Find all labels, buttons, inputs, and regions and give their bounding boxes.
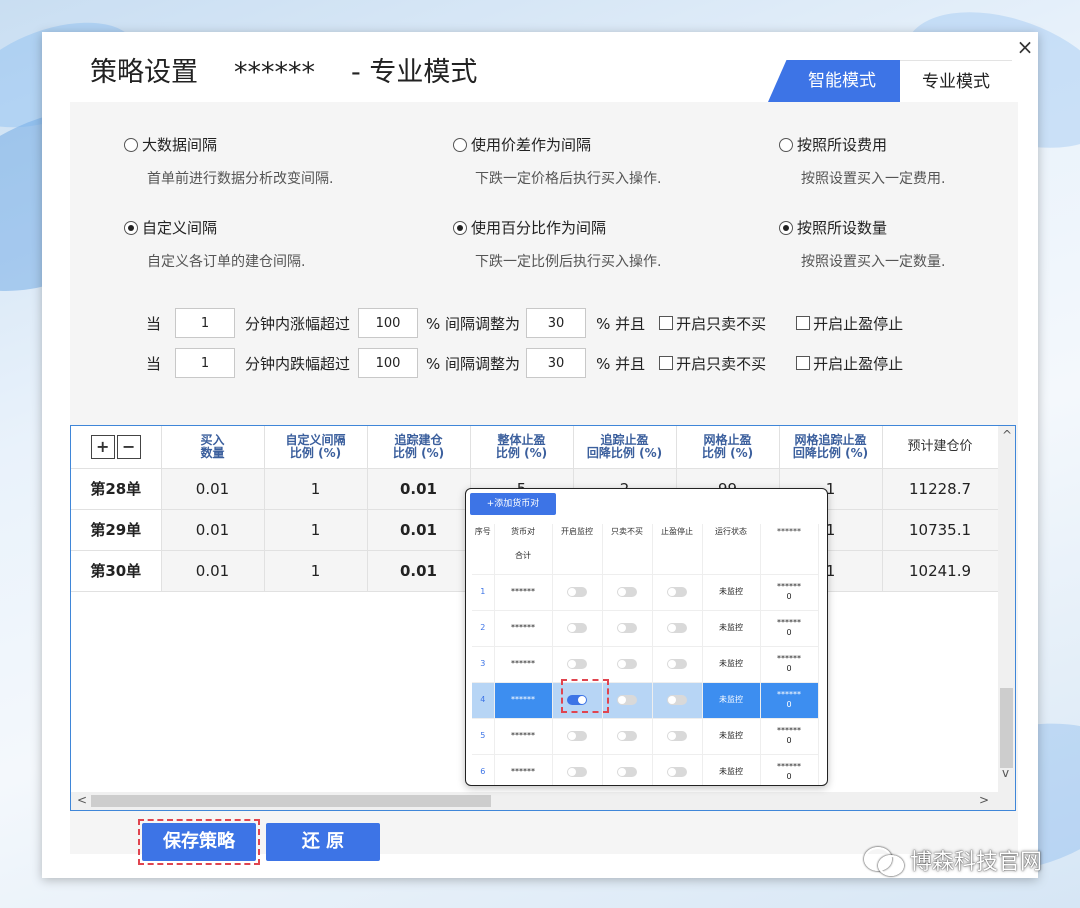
- add-row-button[interactable]: +: [90, 434, 115, 459]
- take-profit-stop-label[interactable]: 开启止盈停止: [813, 353, 903, 374]
- highlight-box: [138, 819, 260, 865]
- sell-only-toggle[interactable]: [617, 766, 637, 777]
- sell-only-label[interactable]: 开启只卖不买: [676, 353, 766, 374]
- currency-pair-table: 序号 货币对 开启监控 只卖不买 止盈停止 运行状态 ****** 合计 1 **…: [472, 524, 819, 785]
- table-row[interactable]: 5 ****** 未监控 ****** 0: [472, 718, 819, 755]
- remove-row-button[interactable]: −: [116, 434, 141, 459]
- sell-only-toggle[interactable]: [617, 730, 637, 741]
- table-row-selected[interactable]: 4 ****** 未监控 ****** 0: [472, 682, 819, 719]
- option-big-data-interval[interactable]: 大数据间隔: [124, 134, 217, 155]
- option-description: 下跌一定比例后执行买入操作.: [475, 254, 662, 270]
- option-percent-interval[interactable]: 使用百分比作为间隔: [453, 217, 606, 238]
- wechat-icon: [863, 847, 904, 876]
- rise-condition-row: 当 分钟内涨幅超过 % 间隔调整为 % 并且 开启只卖不买 开启止盈停止: [146, 308, 903, 338]
- checkbox-icon[interactable]: [659, 356, 674, 370]
- take-profit-stop-label[interactable]: 开启止盈停止: [813, 313, 903, 334]
- radio-icon[interactable]: [124, 137, 138, 152]
- table-row[interactable]: 6 ****** 未监控 ****** 0: [472, 754, 819, 785]
- mode-tabs: 智能模式 专业模式: [768, 60, 1012, 102]
- monitor-toggle[interactable]: [567, 586, 587, 597]
- take-profit-stop-toggle[interactable]: [667, 694, 687, 705]
- column-header: 追踪止盈 回降比例 (%): [573, 426, 677, 469]
- sell-only-toggle[interactable]: [617, 658, 637, 669]
- take-profit-stop-toggle[interactable]: [667, 730, 687, 741]
- column-header: 整体止盈 比例 (%): [470, 426, 574, 469]
- column-header: 自定义间隔 比例 (%): [264, 426, 368, 469]
- fall-minutes-input[interactable]: [175, 348, 236, 378]
- vertical-scroll-thumb[interactable]: [1000, 688, 1013, 768]
- option-description: 首单前进行数据分析改变间隔.: [147, 171, 334, 187]
- currency-pair-popup: +添加货币对 序号 货币对 开启监控 只卖不买 止盈停止 运行状态 ******…: [465, 488, 828, 786]
- take-profit-stop-toggle[interactable]: [667, 658, 687, 669]
- sell-only-toggle[interactable]: [617, 694, 637, 705]
- take-profit-stop-toggle[interactable]: [667, 586, 687, 597]
- title-mask: ******: [234, 57, 315, 88]
- option-custom-interval[interactable]: 自定义间隔: [124, 217, 217, 238]
- checkbox-icon[interactable]: [796, 316, 811, 330]
- window-title: 策略设置 ****** - 专业模式: [90, 50, 477, 89]
- sell-only-toggle[interactable]: [617, 622, 637, 633]
- scroll-left-icon[interactable]: <: [77, 793, 87, 807]
- checkbox-icon[interactable]: [659, 316, 674, 330]
- radio-checked-icon[interactable]: [124, 220, 138, 235]
- horizontal-scroll-thumb[interactable]: [91, 795, 491, 807]
- rise-adjust-input[interactable]: [526, 308, 587, 338]
- column-header: 追踪建仓 比例 (%): [367, 426, 471, 469]
- title-text: 策略设置: [90, 57, 198, 88]
- checkbox-icon[interactable]: [796, 356, 811, 370]
- add-currency-pair-button[interactable]: +添加货币对: [470, 493, 556, 515]
- column-header: 网格追踪止盈 回降比例 (%): [779, 426, 883, 469]
- radio-checked-icon[interactable]: [779, 220, 793, 235]
- monitor-toggle[interactable]: [567, 622, 587, 633]
- radio-icon[interactable]: [453, 137, 467, 152]
- title-mode: - 专业模式: [351, 57, 478, 88]
- total-row: 合计: [472, 538, 819, 575]
- option-description: 自定义各订单的建仓间隔.: [147, 254, 306, 270]
- close-icon[interactable]: ×: [1014, 36, 1036, 58]
- horizontal-scrollbar[interactable]: < >: [71, 792, 1015, 810]
- take-profit-stop-toggle[interactable]: [667, 622, 687, 633]
- fall-adjust-input[interactable]: [526, 348, 587, 378]
- sell-only-toggle[interactable]: [617, 586, 637, 597]
- rise-percent-input[interactable]: [358, 308, 419, 338]
- rise-minutes-input[interactable]: [175, 308, 236, 338]
- column-header: 买入 数量: [161, 426, 265, 469]
- fall-condition-row: 当 分钟内跌幅超过 % 间隔调整为 % 并且 开启只卖不买 开启止盈停止: [146, 348, 903, 378]
- table-row[interactable]: 1 ****** 未监控 ****** 0: [472, 574, 819, 611]
- column-header: 预计建仓价: [882, 426, 999, 469]
- scroll-down-icon[interactable]: v: [1002, 766, 1009, 780]
- vertical-scrollbar[interactable]: ^ v: [998, 426, 1015, 792]
- option-by-cost[interactable]: 按照所设费用: [779, 134, 887, 155]
- column-header: 网格止盈 比例 (%): [676, 426, 780, 469]
- monitor-toggle[interactable]: [567, 730, 587, 741]
- watermark: 博森科技官网: [863, 844, 1042, 876]
- monitor-toggle[interactable]: [567, 766, 587, 777]
- sell-only-label[interactable]: 开启只卖不买: [676, 313, 766, 334]
- monitor-toggle[interactable]: [567, 658, 587, 669]
- option-price-diff-interval[interactable]: 使用价差作为间隔: [453, 134, 591, 155]
- scroll-right-icon[interactable]: >: [979, 793, 989, 807]
- radio-icon[interactable]: [779, 137, 793, 152]
- option-by-quantity[interactable]: 按照所设数量: [779, 217, 887, 238]
- take-profit-stop-toggle[interactable]: [667, 766, 687, 777]
- add-remove-controls: + −: [71, 426, 162, 469]
- table-row[interactable]: 2 ****** 未监控 ****** 0: [472, 610, 819, 647]
- scroll-up-icon[interactable]: ^: [1002, 428, 1012, 442]
- fall-percent-input[interactable]: [358, 348, 419, 378]
- radio-checked-icon[interactable]: [453, 220, 467, 235]
- option-description: 按照设置买入一定费用.: [801, 171, 946, 187]
- highlight-box: [561, 679, 609, 713]
- option-description: 下跌一定价格后执行买入操作.: [475, 171, 662, 187]
- table-row[interactable]: 3 ****** 未监控 ****** 0: [472, 646, 819, 683]
- tab-smart-mode[interactable]: 智能模式: [768, 60, 900, 102]
- restore-button[interactable]: 还 原: [266, 823, 380, 861]
- tab-pro-mode[interactable]: 专业模式: [900, 60, 1012, 102]
- option-description: 按照设置买入一定数量.: [801, 254, 946, 270]
